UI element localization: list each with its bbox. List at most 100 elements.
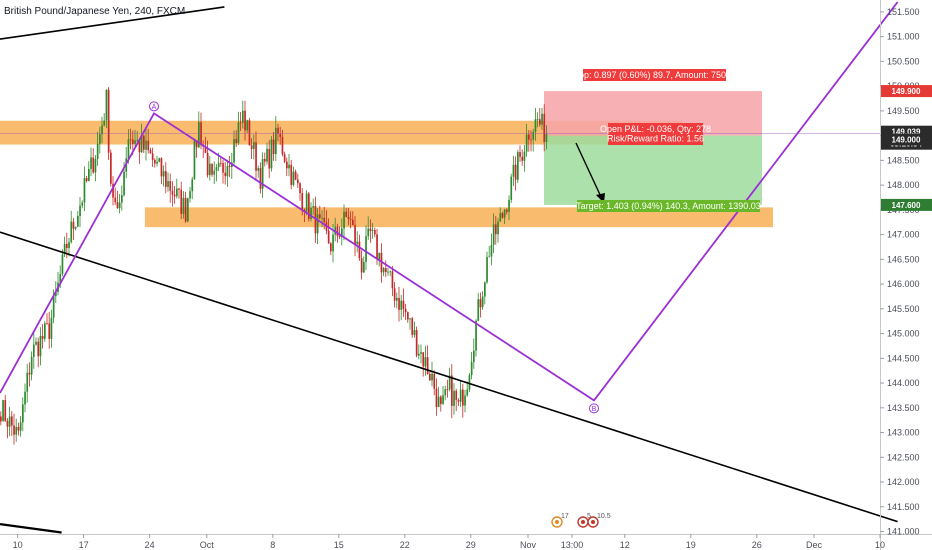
candle-body — [499, 213, 502, 222]
candle-body — [506, 209, 508, 212]
candle-body — [367, 228, 370, 237]
candle-body — [77, 215, 79, 227]
candle-body — [356, 241, 359, 245]
candle-body — [151, 153, 154, 160]
candle-body — [79, 205, 81, 216]
candle-body — [495, 224, 497, 235]
abcd-pattern-line[interactable] — [0, 1, 899, 402]
candle-body — [17, 426, 20, 431]
candle-body — [534, 119, 537, 132]
candle-body — [28, 372, 31, 375]
candle-body — [81, 202, 84, 206]
candle-body — [371, 230, 374, 231]
stop-price-badge: 149.900 — [881, 85, 932, 98]
candle-body — [536, 119, 539, 121]
time-tick-label: 10 — [875, 540, 885, 550]
candle-body — [437, 396, 440, 407]
candle-body — [365, 236, 367, 262]
candle-body — [33, 344, 35, 357]
candle-body — [178, 188, 180, 190]
candle-body — [270, 139, 273, 169]
candle-body — [70, 221, 73, 243]
candle-body — [455, 390, 458, 401]
price-tick-label: 145.000 — [887, 329, 920, 339]
candle-body — [413, 330, 416, 335]
short-position-tool[interactable] — [544, 91, 762, 205]
candle-body — [301, 193, 304, 210]
candle-body — [431, 373, 433, 381]
candle-body — [411, 318, 414, 335]
candle-body — [222, 163, 224, 173]
lower-trendline[interactable] — [0, 231, 898, 523]
target-label-text-1: Target: 1.403 (0.94%) 140.3, Amount: 139… — [576, 201, 761, 211]
pnl-label-text-1: Open P&L: -0.036, Qty: 278 — [600, 124, 711, 134]
time-tick-label: 8 — [270, 540, 275, 550]
candle-body — [171, 190, 174, 195]
candle-body — [402, 300, 405, 309]
drawing-lines[interactable]: AB — [0, 1, 899, 534]
candle-body — [11, 416, 13, 426]
candle-body — [154, 159, 156, 164]
candle-body — [459, 389, 462, 402]
candle-body — [160, 158, 163, 177]
candle-body — [479, 299, 482, 308]
chart-events[interactable]: 17 5 10.5 — [551, 513, 611, 528]
candle-body — [162, 171, 165, 177]
price-tick-label: 141.000 — [887, 527, 920, 537]
candle-body — [226, 165, 229, 177]
candle-body — [453, 390, 455, 406]
candle-body — [345, 211, 348, 217]
time-tick-label: 24 — [145, 540, 155, 550]
candle-body — [290, 164, 293, 185]
candle-body — [435, 388, 438, 407]
time-tick-label: 26 — [752, 540, 762, 550]
candle-body — [426, 357, 429, 374]
candle-body — [451, 375, 453, 406]
candle-body — [136, 139, 139, 141]
candle-body — [338, 236, 341, 237]
economic-event-3[interactable]: 10.5 — [587, 513, 611, 528]
bottom-trendline[interactable] — [0, 523, 62, 534]
candle-body — [283, 154, 286, 162]
candle-body — [330, 243, 332, 252]
candle-body — [415, 330, 418, 356]
price-tick-label: 146.000 — [887, 279, 920, 289]
candle-body — [250, 145, 253, 149]
candle-body — [19, 422, 22, 431]
stop-label-text-1: Stop: 0.897 (0.60%) 89.7, Amount: 750.63 — [570, 70, 738, 80]
candle-body — [103, 120, 106, 126]
symbol-title: British Pound/Japanese Yen, 240, FXCM — [4, 6, 185, 17]
economic-event-2-dot — [581, 520, 585, 524]
candle-body — [132, 139, 134, 144]
candle-body — [129, 139, 132, 141]
economic-event-3-dot — [591, 520, 595, 524]
entry-price-badge: 149.000 — [881, 133, 932, 146]
candle-body — [484, 282, 486, 297]
economic-event-1-label: 17 — [561, 513, 569, 520]
price-tick-label: 150.500 — [887, 56, 920, 66]
time-tick-label: 29 — [466, 540, 476, 550]
chart-canvas[interactable]: AB Stop: 0.897 (0.60%) 89.7, Amount: 750… — [0, 0, 932, 550]
candle-body — [217, 162, 220, 168]
candle-body — [521, 156, 524, 161]
candle-body — [0, 416, 2, 422]
candle-body — [319, 214, 321, 219]
candle-body — [409, 318, 411, 320]
candle-body — [37, 341, 40, 357]
economic-event-3-label: 10.5 — [597, 513, 611, 520]
candle-body — [475, 320, 477, 351]
candle-body — [523, 151, 526, 161]
chart-root[interactable]: AB Stop: 0.897 (0.60%) 89.7, Amount: 750… — [0, 0, 932, 550]
candle-body — [336, 226, 339, 237]
candle-body — [182, 197, 185, 214]
candle-body — [297, 179, 299, 184]
price-tick-label: 149.500 — [887, 106, 920, 116]
candle-body — [88, 168, 90, 182]
economic-event-1[interactable]: 17 — [551, 513, 569, 528]
candle-body — [165, 171, 167, 187]
candle-body — [347, 216, 350, 219]
candle-body — [85, 178, 88, 182]
candle-body — [539, 119, 541, 125]
candle-body — [389, 271, 392, 273]
target-price-badge-text: 147.600 — [892, 201, 921, 210]
